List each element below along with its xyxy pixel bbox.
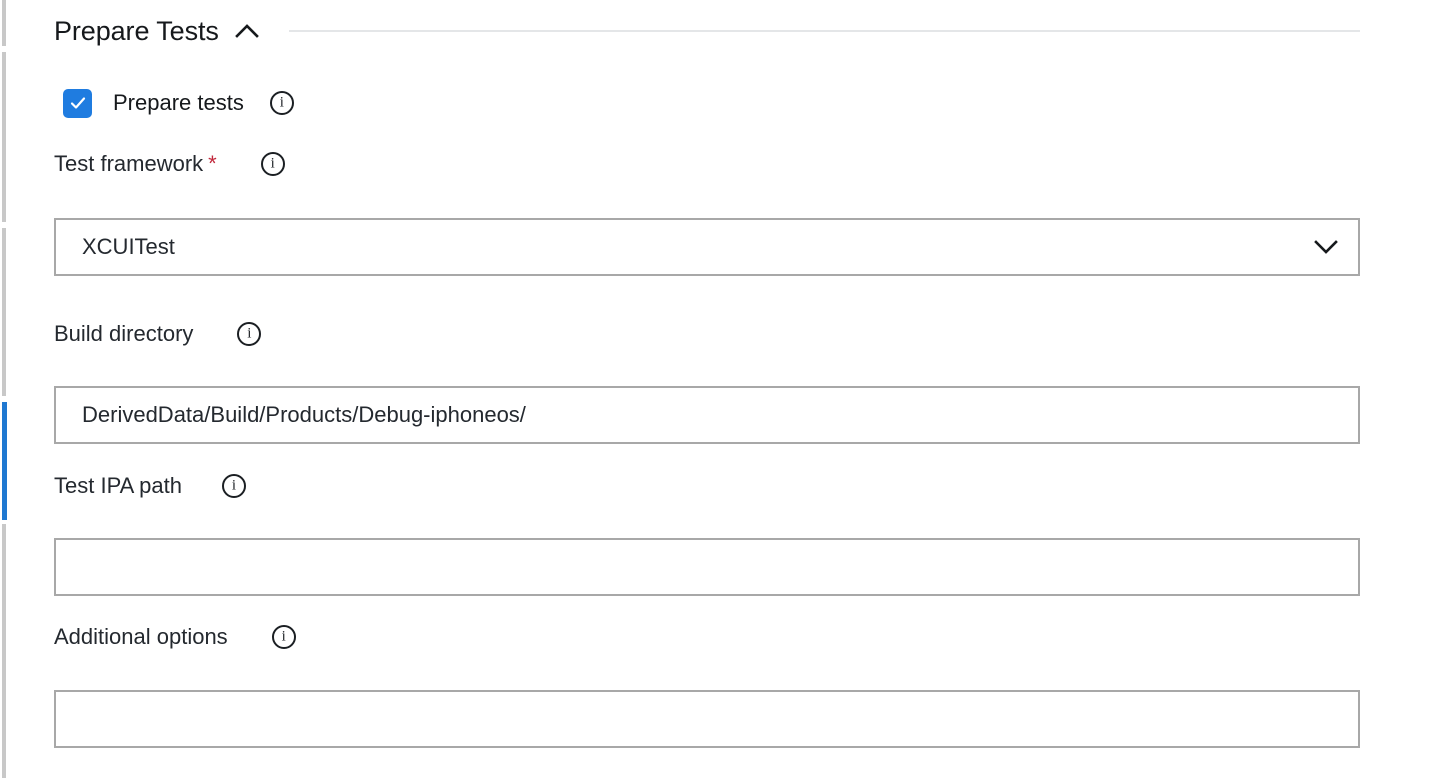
prepare-tests-checkbox-row: Prepare tests i <box>63 88 294 118</box>
section-header: Prepare Tests <box>54 10 1360 52</box>
prepare-tests-checkbox-label: Prepare tests <box>113 90 244 115</box>
chevron-up-icon[interactable] <box>233 17 261 45</box>
info-icon-build-directory[interactable]: i <box>237 322 262 346</box>
rail-segment <box>2 0 6 46</box>
test-ipa-path-label: Test IPA path <box>54 473 183 498</box>
additional-options-input[interactable] <box>82 706 1338 732</box>
prepare-tests-checkbox[interactable] <box>63 88 92 118</box>
rail-segment-active <box>2 402 7 520</box>
info-icon-test-framework[interactable]: i <box>260 152 285 176</box>
header-divider <box>288 30 1360 32</box>
test-framework-select[interactable]: XCUITest <box>54 218 1360 276</box>
additional-options-label: Additional options <box>54 624 228 649</box>
info-icon-test-ipa-path[interactable]: i <box>222 474 247 498</box>
build-directory-label: Build directory <box>54 321 194 346</box>
rail-segment <box>2 52 6 222</box>
rail-segment <box>2 524 6 778</box>
test-ipa-path-label-row: Test IPA path i <box>54 472 247 500</box>
chevron-down-icon[interactable] <box>1310 231 1342 263</box>
build-directory-input[interactable] <box>82 402 1338 428</box>
test-framework-label: Test framework <box>54 151 204 176</box>
info-icon-prepare-tests[interactable]: i <box>269 91 294 115</box>
left-rail <box>2 0 7 778</box>
required-marker: * <box>208 151 217 176</box>
test-framework-label-row: Test framework * i <box>54 150 285 178</box>
info-icon-additional-options[interactable]: i <box>271 625 296 649</box>
test-framework-selected-value: XCUITest <box>82 234 175 259</box>
build-directory-field[interactable] <box>54 386 1360 444</box>
test-ipa-path-input[interactable] <box>82 554 1338 580</box>
prepare-tests-panel: Prepare Tests Prepare tests i Test frame… <box>0 0 1430 778</box>
additional-options-label-row: Additional options i <box>54 623 296 651</box>
additional-options-field[interactable] <box>54 690 1360 748</box>
check-icon <box>70 97 85 109</box>
rail-segment <box>2 228 6 396</box>
build-directory-label-row: Build directory i <box>54 320 262 348</box>
page-title: Prepare Tests <box>54 15 219 46</box>
test-ipa-path-field[interactable] <box>54 538 1360 596</box>
